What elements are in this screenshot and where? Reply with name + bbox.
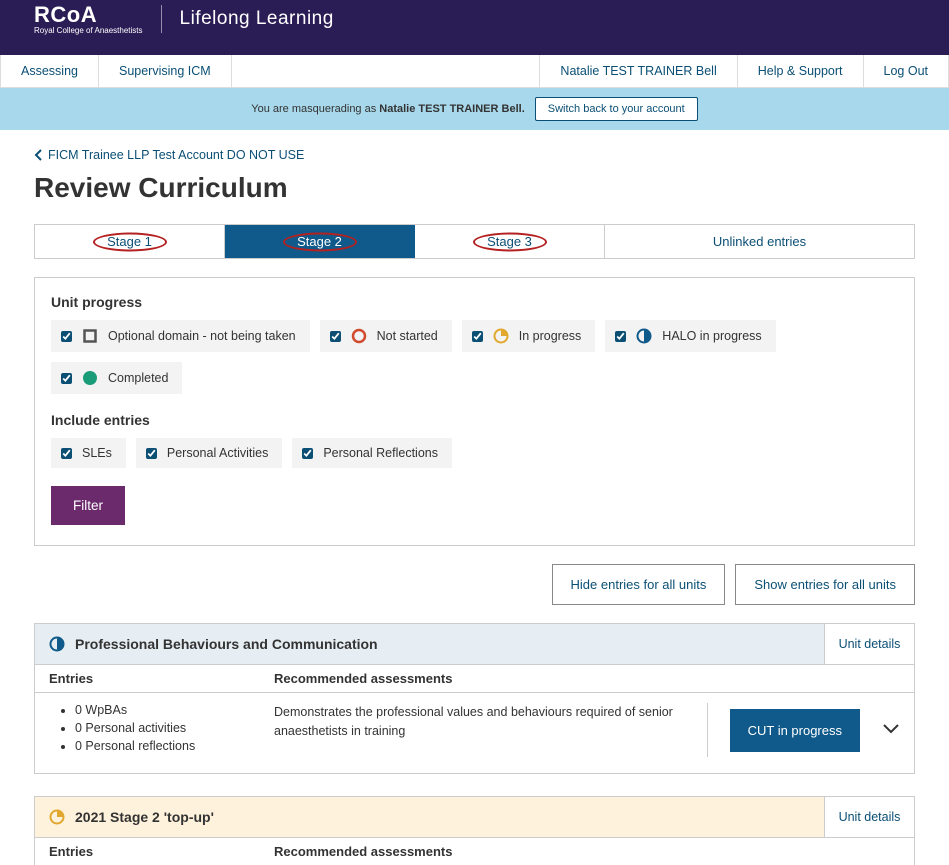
org-abbrev: RCoA — [34, 2, 97, 27]
tab-stage-3[interactable]: Stage 3 — [415, 225, 605, 258]
unit-columns-header: Entries Recommended assessments — [35, 665, 914, 693]
switch-account-button[interactable]: Switch back to your account — [535, 97, 698, 121]
status-notstarted-checkbox[interactable] — [330, 331, 341, 342]
logo-block: RCoA Royal College of Anaesthetists Life… — [34, 0, 334, 35]
status-completed-checkbox[interactable] — [61, 373, 72, 384]
col-recs-label: Recommended assessments — [274, 671, 900, 686]
list-item: 0 Personal activities — [75, 721, 274, 735]
page-title: Review Curriculum — [34, 172, 915, 204]
unit-body: 0 WpBAs 0 Personal activities 0 Personal… — [35, 693, 914, 773]
col-entries-label: Entries — [49, 671, 274, 686]
include-personal-activities[interactable]: Personal Activities — [136, 438, 282, 468]
unit-header: 2021 Stage 2 'top-up' Unit details — [35, 797, 914, 838]
unit-columns-header: Entries Recommended assessments — [35, 838, 914, 865]
nav-logout[interactable]: Log Out — [864, 55, 949, 87]
unit-progress-label: Unit progress — [51, 294, 898, 310]
nav-help[interactable]: Help & Support — [738, 55, 864, 87]
unit-actions: CUT in progress — [707, 703, 900, 757]
breadcrumb[interactable]: FICM Trainee LLP Test Account DO NOT USE — [34, 148, 915, 162]
stage-tabs: Stage 1 Stage 2 Stage 3 Unlinked entries — [34, 224, 915, 259]
include-sles-checkbox[interactable] — [61, 448, 72, 459]
show-entries-button[interactable]: Show entries for all units — [735, 564, 915, 605]
filled-circle-icon — [82, 370, 98, 386]
org-logo: RCoA Royal College of Anaesthetists — [34, 2, 143, 35]
unit-rec-text: Demonstrates the professional values and… — [274, 703, 707, 741]
status-optional[interactable]: Optional domain - not being taken — [51, 320, 310, 352]
status-filters: Optional domain - not being taken Not st… — [51, 320, 898, 394]
unit-title: Professional Behaviours and Communicatio… — [75, 636, 378, 652]
org-full: Royal College of Anaesthetists — [34, 26, 143, 35]
half-circle-icon — [49, 636, 65, 652]
app-title: Lifelong Learning — [180, 8, 334, 30]
col-recs-label: Recommended assessments — [274, 844, 900, 859]
status-inprogress-checkbox[interactable] — [472, 331, 483, 342]
nav-user[interactable]: Natalie TEST TRAINER Bell — [539, 55, 737, 87]
main-nav: Assessing Supervising ICM Natalie TEST T… — [0, 55, 949, 88]
quarter-circle-icon — [49, 809, 65, 825]
half-circle-icon — [636, 328, 652, 344]
filter-panel: Unit progress Optional domain - not bein… — [34, 277, 915, 546]
status-halo-checkbox[interactable] — [615, 331, 626, 342]
status-completed[interactable]: Completed — [51, 362, 182, 394]
cut-in-progress-button[interactable]: CUT in progress — [730, 709, 860, 752]
masq-text: You are masquerading as Natalie TEST TRA… — [251, 103, 525, 115]
logo-divider — [161, 5, 162, 33]
unit-details-button[interactable]: Unit details — [824, 797, 914, 838]
masquerade-bar: You are masquerading as Natalie TEST TRA… — [0, 88, 949, 130]
status-not-started[interactable]: Not started — [320, 320, 452, 352]
status-halo-in-progress[interactable]: HALO in progress — [605, 320, 775, 352]
nav-assessing[interactable]: Assessing — [0, 55, 99, 87]
include-filters: SLEs Personal Activities Personal Reflec… — [51, 438, 898, 468]
unit-header-main: 2021 Stage 2 'top-up' — [35, 797, 824, 838]
circle-outline-icon — [351, 328, 367, 344]
nav-right: Natalie TEST TRAINER Bell Help & Support… — [539, 55, 949, 87]
unit-2021-stage2-topup: 2021 Stage 2 'top-up' Unit details Entri… — [34, 796, 915, 865]
status-optional-checkbox[interactable] — [61, 331, 72, 342]
list-item: 0 WpBAs — [75, 703, 274, 717]
unit-header: Professional Behaviours and Communicatio… — [35, 624, 914, 665]
unit-professional-behaviours: Professional Behaviours and Communicatio… — [34, 623, 915, 774]
unit-header-main: Professional Behaviours and Communicatio… — [35, 624, 824, 665]
list-item: 0 Personal reflections — [75, 739, 274, 753]
tab-unlinked-entries[interactable]: Unlinked entries — [605, 225, 914, 258]
app-header: RCoA Royal College of Anaesthetists Life… — [0, 0, 949, 55]
include-entries-label: Include entries — [51, 412, 898, 428]
include-sles[interactable]: SLEs — [51, 438, 126, 468]
breadcrumb-label: FICM Trainee LLP Test Account DO NOT USE — [48, 148, 304, 162]
chevron-left-icon — [34, 149, 44, 161]
tab-stage-2[interactable]: Stage 2 — [225, 225, 415, 258]
col-entries-label: Entries — [49, 844, 274, 859]
unit-details-button[interactable]: Unit details — [824, 624, 914, 665]
entries-action-row: Hide entries for all units Show entries … — [34, 564, 915, 605]
nav-left: Assessing Supervising ICM — [0, 55, 232, 87]
hide-entries-button[interactable]: Hide entries for all units — [552, 564, 726, 605]
nav-supervising-icm[interactable]: Supervising ICM — [99, 55, 232, 87]
square-icon — [82, 328, 98, 344]
quarter-circle-icon — [493, 328, 509, 344]
expand-toggle[interactable] — [882, 723, 900, 738]
include-personal-reflections[interactable]: Personal Reflections — [292, 438, 452, 468]
unit-entries-list: 0 WpBAs 0 Personal activities 0 Personal… — [49, 703, 274, 757]
chevron-down-icon — [882, 723, 900, 735]
unit-title: 2021 Stage 2 'top-up' — [75, 809, 214, 825]
include-reflections-checkbox[interactable] — [302, 448, 313, 459]
filter-button[interactable]: Filter — [51, 486, 125, 525]
tab-stage-1[interactable]: Stage 1 — [35, 225, 225, 258]
include-activities-checkbox[interactable] — [146, 448, 157, 459]
status-in-progress[interactable]: In progress — [462, 320, 596, 352]
